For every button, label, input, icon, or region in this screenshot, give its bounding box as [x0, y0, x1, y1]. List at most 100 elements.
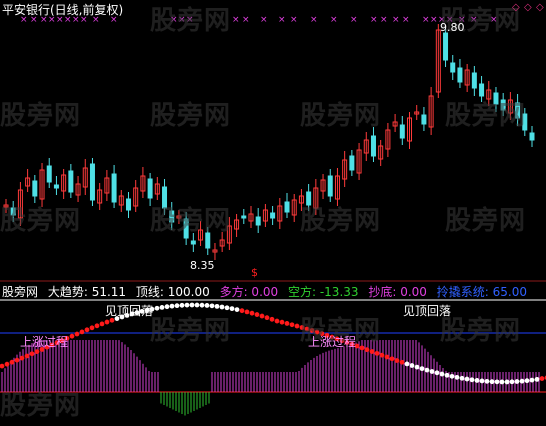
candle-body — [190, 240, 196, 245]
trend-dot — [274, 318, 280, 324]
watermark: 股旁网 — [445, 206, 527, 236]
trend-dot — [524, 378, 530, 384]
candle-body — [471, 72, 477, 89]
price-low-label: 8.35 — [190, 259, 215, 272]
candle-body — [284, 201, 290, 213]
trend-dot — [269, 316, 275, 322]
marker-x: × — [422, 15, 430, 25]
trend-dot — [454, 374, 460, 380]
candle-body — [457, 67, 463, 83]
candle-body — [450, 62, 456, 73]
chart-title: 平安银行(日线,前复权) — [2, 3, 124, 17]
trend-dot — [14, 357, 20, 363]
diamond-icon[interactable]: ◇ — [524, 3, 532, 13]
trend-dot — [9, 359, 15, 365]
diamond-icon[interactable]: ◇ — [512, 3, 520, 13]
watermark: 股旁网 — [445, 101, 527, 131]
marker-x: × — [402, 15, 410, 25]
candle-body — [46, 165, 52, 183]
trend-dot — [474, 378, 480, 383]
trend-dot — [439, 371, 445, 377]
watermark: 股旁网 — [300, 101, 382, 131]
trend-dot — [394, 358, 400, 363]
candle-body — [125, 198, 131, 211]
trend-dot — [499, 379, 505, 385]
trend-dot — [199, 302, 205, 308]
candle-body — [270, 212, 276, 219]
trend-dot — [489, 379, 495, 385]
trend-dot — [239, 308, 245, 314]
marker-x: × — [310, 15, 318, 25]
trend-dot — [164, 304, 170, 310]
trend-dot — [214, 303, 220, 309]
chart-window[interactable]: × × × × × × × × × × × × × × × × × × × × × × × × × × × × × × × × 股旁网 股旁网… — [0, 0, 546, 426]
trend-dot — [364, 347, 370, 353]
trend-dot — [289, 322, 295, 328]
watermark: 股旁网 — [150, 206, 232, 236]
candle-body — [529, 132, 535, 141]
trend-dot — [69, 333, 75, 339]
marker-x: × — [232, 15, 240, 25]
trend-dot — [534, 376, 540, 382]
trend-dot — [234, 307, 240, 313]
trend-dot — [264, 315, 270, 321]
trend-dot — [374, 350, 380, 356]
trend-dot — [519, 378, 525, 384]
trend-dot — [0, 363, 5, 369]
trend-dot — [84, 327, 90, 333]
watermark: 股旁网 — [0, 391, 82, 421]
trend-dot — [74, 331, 80, 337]
candle-body — [147, 178, 153, 199]
candle-body — [327, 175, 333, 197]
trend-dot — [179, 302, 185, 308]
trend-dot — [414, 364, 420, 370]
indicator-long: 多方: 0.00 — [219, 285, 279, 299]
indicator-top: 顶线: 100.00 — [135, 285, 210, 299]
annotation-top: 见顶回落 — [403, 304, 452, 318]
trend-dot — [189, 302, 195, 308]
trend-dot — [219, 304, 225, 310]
watermark: 股旁网 — [300, 206, 382, 236]
trend-dot — [254, 312, 260, 317]
trend-dot — [459, 375, 465, 381]
watermark: 股旁网 — [0, 101, 82, 131]
trend-dot — [4, 361, 10, 367]
marker-x: × — [380, 15, 388, 25]
trend-dot — [504, 379, 510, 385]
trend-dot — [384, 354, 390, 360]
marker-x: × — [330, 15, 338, 25]
indicator-info-bar: 股旁网 大趋势: 51.11 顶线: 100.00 多方: 0.00 空方: -… — [2, 285, 533, 299]
indicator-bottom: 抄底: 0.00 — [368, 285, 427, 299]
candle-body — [111, 173, 117, 203]
diamond-icon[interactable]: ◇ — [536, 3, 544, 13]
trend-dot — [19, 355, 25, 361]
marker-x: × — [430, 15, 438, 25]
trend-dot — [259, 313, 265, 319]
trend-dot — [184, 302, 190, 308]
marker-x: × — [392, 15, 400, 25]
indicator-sys: 拎撬系统: 65.00 — [436, 285, 527, 299]
candle-body — [68, 170, 74, 193]
indicator-main: 大趋势: 51.11 — [47, 285, 127, 299]
trend-dot — [89, 325, 95, 331]
trend-dot — [284, 321, 290, 326]
trend-dot — [479, 378, 485, 384]
trend-dot — [429, 369, 435, 374]
trend-dot — [279, 319, 285, 325]
indicator-name: 股旁网 — [2, 285, 39, 299]
trend-dot — [209, 303, 215, 309]
trend-dot — [169, 303, 175, 309]
trend-dot — [104, 319, 110, 325]
candle-body — [32, 180, 38, 197]
candle-body — [89, 163, 95, 201]
trend-dot — [249, 310, 255, 316]
candle-body — [53, 184, 59, 189]
trend-dot — [529, 377, 535, 383]
trend-dot — [494, 379, 500, 385]
trend-dot — [79, 329, 85, 335]
trend-dot — [174, 303, 180, 309]
trend-dot — [484, 378, 490, 384]
trend-dot — [29, 351, 35, 357]
candle-body — [443, 32, 449, 61]
marker-x: × — [260, 15, 268, 25]
